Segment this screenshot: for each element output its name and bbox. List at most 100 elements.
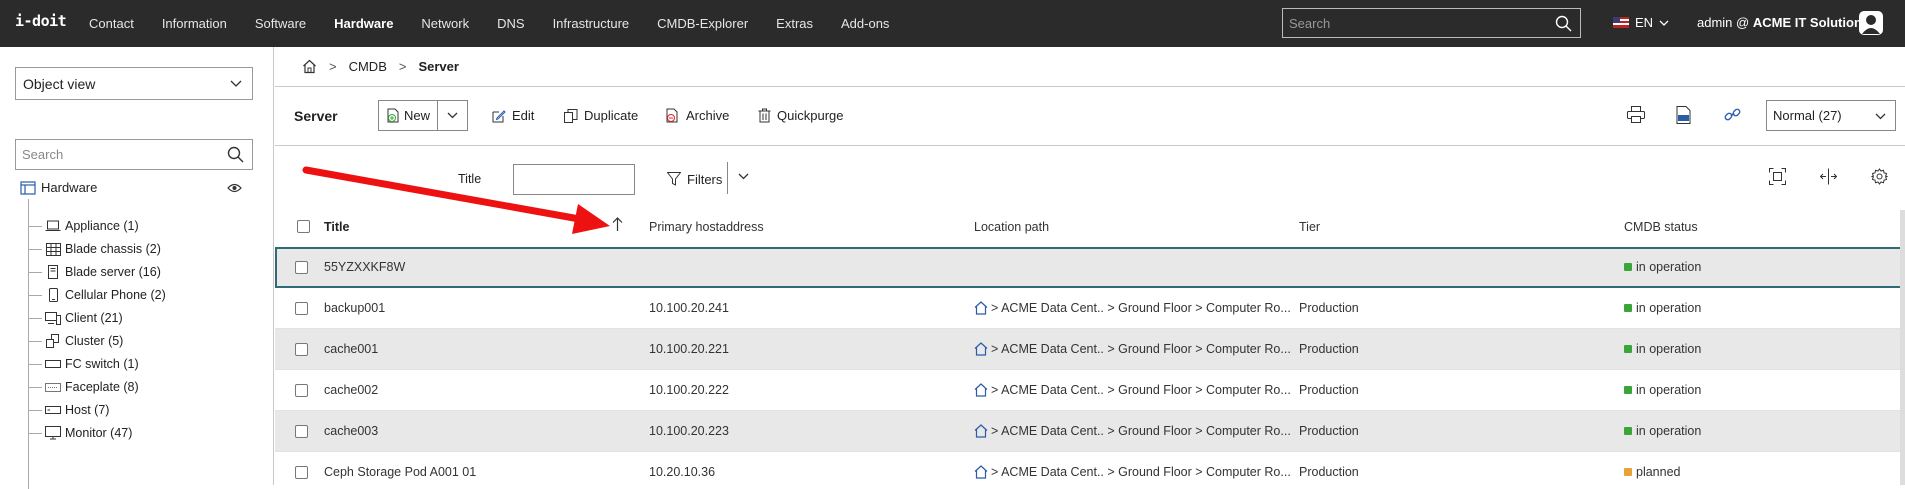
home-icon[interactable] <box>302 59 317 74</box>
table-row[interactable]: Ceph Storage Pod A001 01 10.20.10.36 > A… <box>275 452 1905 485</box>
user-avatar-icon[interactable] <box>1858 10 1884 36</box>
gear-icon[interactable] <box>1871 168 1888 185</box>
filters-button[interactable]: Filters <box>667 167 722 191</box>
tree-item-appliance[interactable]: Appliance (1) <box>28 216 139 236</box>
archive-button[interactable]: Archive <box>665 100 729 131</box>
tree-item-label: Cellular Phone (2) <box>65 288 166 302</box>
print-icon[interactable] <box>1627 106 1645 123</box>
nav-information[interactable]: Information <box>148 16 241 31</box>
search-icon[interactable] <box>227 146 244 163</box>
cell-status: in operation <box>1624 301 1701 315</box>
nav-network[interactable]: Network <box>407 16 483 31</box>
status-label: in operation <box>1636 301 1702 315</box>
quickpurge-button[interactable]: Quickpurge <box>758 100 843 131</box>
tree-item-host[interactable]: Host (7) <box>28 400 109 420</box>
search-icon[interactable] <box>1555 15 1572 32</box>
nav-add-ons[interactable]: Add-ons <box>827 16 903 31</box>
breadcrumb-separator: > <box>398 59 407 74</box>
nav-contact[interactable]: Contact <box>75 16 148 31</box>
location-path: > ACME Data Cent.. > Ground Floor > Comp… <box>991 342 1291 356</box>
nav-hardware[interactable]: Hardware <box>320 16 407 31</box>
column-header-tier[interactable]: Tier <box>1299 220 1320 234</box>
logo[interactable]: i-doit <box>15 12 67 30</box>
cell-tier: Production <box>1299 342 1359 356</box>
column-header-location-path[interactable]: Location path <box>974 220 1049 234</box>
new-button[interactable]: New <box>378 100 438 131</box>
user-info[interactable]: admin @ ACME IT Solutions <box>1697 15 1869 30</box>
plus-page-icon <box>387 108 399 123</box>
status-dot <box>1624 345 1632 353</box>
new-label: New <box>403 108 430 123</box>
tree-root-hardware[interactable]: Hardware <box>20 180 97 195</box>
breadcrumb-current: Server <box>418 59 459 74</box>
cell-location: > ACME Data Cent.. > Ground Floor > Comp… <box>974 424 1291 438</box>
cell-location: > ACME Data Cent.. > Ground Floor > Comp… <box>974 465 1291 479</box>
row-checkbox[interactable] <box>295 261 308 274</box>
table-scrollbar[interactable] <box>1900 210 1905 485</box>
link-icon[interactable] <box>1724 106 1741 123</box>
status-label: in operation <box>1636 424 1702 438</box>
table-row[interactable]: cache002 10.100.20.222 > ACME Data Cent.… <box>275 370 1905 411</box>
nav-software[interactable]: Software <box>241 16 320 31</box>
tree-item-cellular-phone[interactable]: Cellular Phone (2) <box>28 285 166 305</box>
edit-button[interactable]: Edit <box>492 100 534 131</box>
object-toolbar: Server New Edit Duplicate Archive Quickp… <box>275 88 1905 146</box>
column-header-primary-hostaddress[interactable]: Primary hostaddress <box>649 220 764 234</box>
csv-export-icon[interactable] <box>1676 106 1691 124</box>
table-row[interactable]: 55YZXXKF8W in operation <box>275 247 1905 288</box>
cell-status: planned <box>1624 465 1681 479</box>
breadcrumb-cmdb[interactable]: CMDB <box>349 59 387 74</box>
eye-icon[interactable] <box>227 183 242 193</box>
list-view-select[interactable]: Normal (27) <box>1766 100 1896 131</box>
chevron-down-icon[interactable] <box>738 173 749 180</box>
cell-title[interactable]: Ceph Storage Pod A001 01 <box>324 465 476 479</box>
cell-title[interactable]: cache001 <box>324 342 378 356</box>
tree-item-faceplate[interactable]: Faceplate (8) <box>28 377 139 397</box>
tree-item-cluster[interactable]: Cluster (5) <box>28 331 123 351</box>
nav-cmdb-explorer[interactable]: CMDB-Explorer <box>643 16 762 31</box>
language-switcher[interactable]: EN <box>1613 15 1669 30</box>
column-resize-icon[interactable] <box>1820 168 1837 185</box>
table-row[interactable]: backup001 10.100.20.241 > ACME Data Cent… <box>275 288 1905 329</box>
status-dot <box>1624 468 1632 476</box>
fullscreen-icon[interactable] <box>1769 168 1786 185</box>
table-row[interactable]: cache001 10.100.20.221 > ACME Data Cent.… <box>275 329 1905 370</box>
cell-title[interactable]: cache002 <box>324 383 378 397</box>
hardware-icon <box>20 180 36 195</box>
chassis-icon <box>45 242 61 256</box>
duplicate-button[interactable]: Duplicate <box>564 100 638 131</box>
tree-item-label: Client (21) <box>65 311 123 325</box>
tree-item-client[interactable]: Client (21) <box>28 308 123 328</box>
new-dropdown-button[interactable] <box>438 100 468 131</box>
column-header-cmdb-status[interactable]: CMDB status <box>1624 220 1698 234</box>
nav-dns[interactable]: DNS <box>483 16 538 31</box>
row-checkbox[interactable] <box>295 384 308 397</box>
nav-extras[interactable]: Extras <box>762 16 827 31</box>
tree-item-blade-server[interactable]: Blade server (16) <box>28 262 161 282</box>
laptop-icon <box>45 219 61 233</box>
faceplate-icon <box>45 380 61 394</box>
cell-title[interactable]: 55YZXXKF8W <box>324 260 405 274</box>
tree-item-fc-switch[interactable]: FC switch (1) <box>28 354 139 374</box>
row-checkbox[interactable] <box>295 302 308 315</box>
status-dot <box>1624 263 1632 271</box>
row-checkbox[interactable] <box>295 466 308 479</box>
tree-item-blade-chassis[interactable]: Blade chassis (2) <box>28 239 161 259</box>
row-checkbox[interactable] <box>295 343 308 356</box>
location-home-icon <box>974 383 988 397</box>
global-search-input[interactable] <box>1283 9 1538 37</box>
row-checkbox[interactable] <box>295 425 308 438</box>
cell-ip: 10.100.20.221 <box>649 342 729 356</box>
status-dot <box>1624 427 1632 435</box>
table-row[interactable]: cache003 10.100.20.223 > ACME Data Cent.… <box>275 411 1905 452</box>
nav-infrastructure[interactable]: Infrastructure <box>539 16 644 31</box>
cell-title[interactable]: backup001 <box>324 301 385 315</box>
status-dot <box>1624 386 1632 394</box>
tree-item-monitor[interactable]: Monitor (47) <box>28 423 132 443</box>
tree-search <box>15 139 253 170</box>
blade-icon <box>45 265 61 279</box>
cell-title[interactable]: cache003 <box>324 424 378 438</box>
cell-ip: 10.100.20.222 <box>649 383 729 397</box>
view-mode-select[interactable]: Object view <box>15 67 253 100</box>
tree-search-input[interactable] <box>16 140 216 169</box>
